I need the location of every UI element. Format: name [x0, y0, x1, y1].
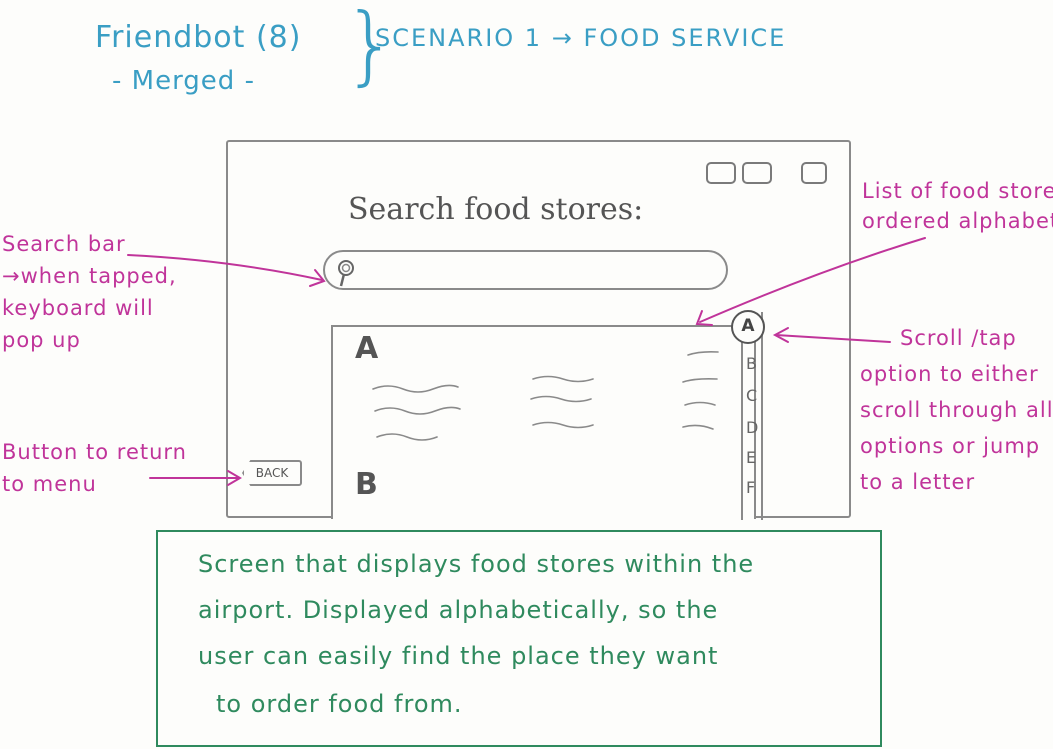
description-line: user can easily find the place they want — [198, 642, 719, 670]
arrow-to-search-bar — [127, 254, 323, 281]
description-line: Screen that displays food stores within … — [198, 550, 755, 578]
arrow-to-list — [699, 237, 926, 323]
description-line: airport. Displayed alphabetically, so th… — [198, 596, 719, 624]
description-line: to order food from. — [216, 690, 463, 718]
description-box: Screen that displays food stores within … — [156, 530, 882, 747]
arrow-to-index — [775, 334, 891, 343]
